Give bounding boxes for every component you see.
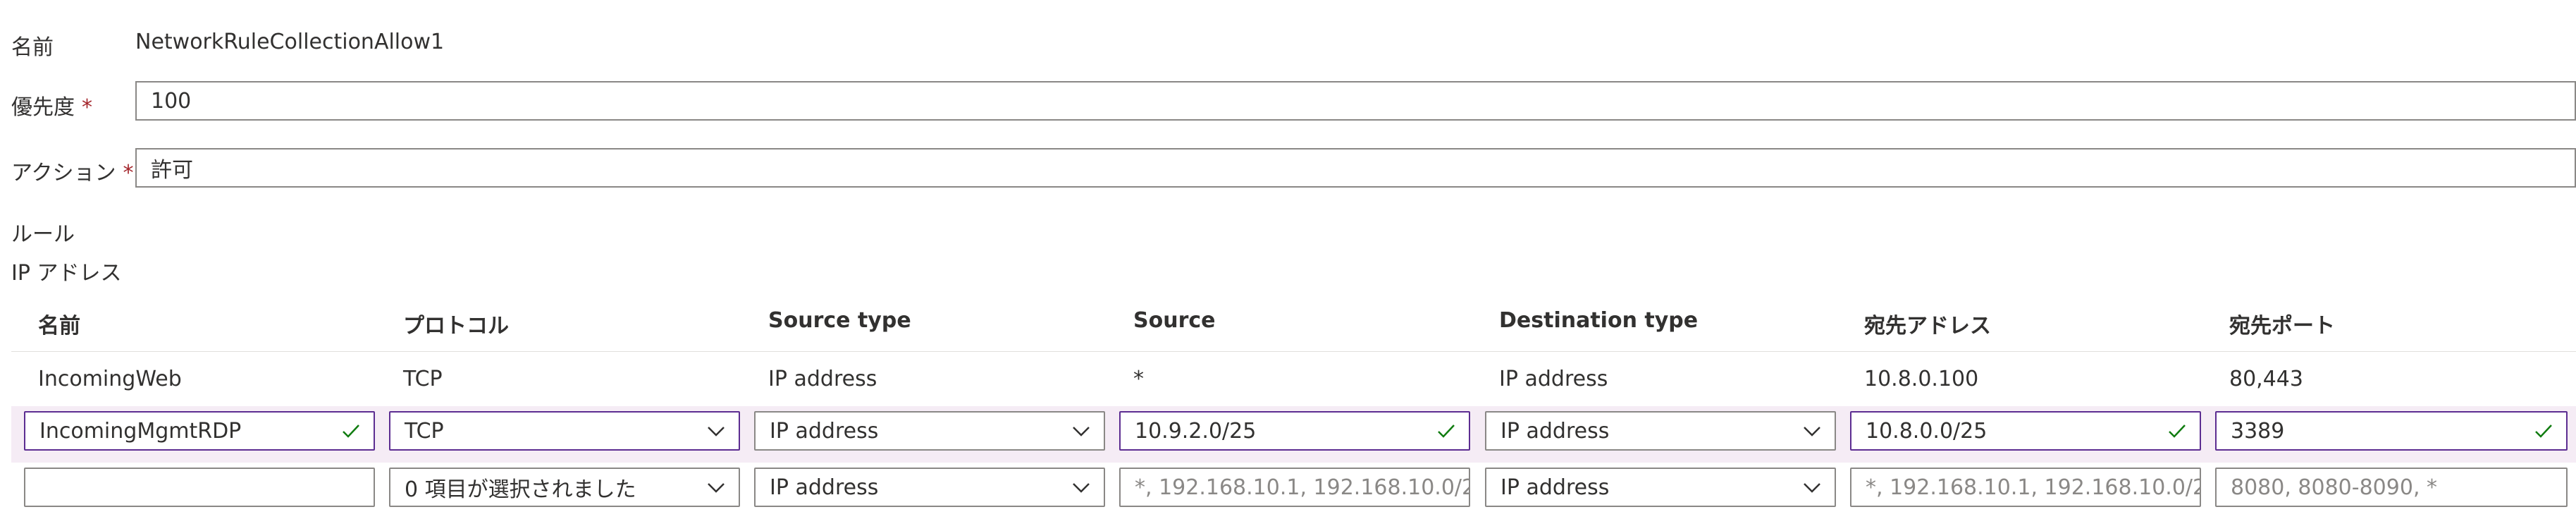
- row2-destination-address-input[interactable]: 10.8.0.0/25: [1850, 411, 2201, 451]
- row3-destination-port-input[interactable]: 8080, 8080-8090, *: [2215, 468, 2568, 507]
- row3-name-input[interactable]: [24, 468, 375, 507]
- row1-name: IncomingWeb: [38, 367, 182, 391]
- required-mark: *: [123, 161, 134, 185]
- row1-protocol: TCP: [403, 367, 443, 391]
- row3-destination-address-input[interactable]: *, 192.168.10.1, 192.168.10.0/24...: [1850, 468, 2201, 507]
- row2-source-input[interactable]: 10.9.2.0/25: [1119, 411, 1470, 451]
- chevron-down-icon: [1073, 427, 1090, 437]
- row1-destination-type: IP address: [1499, 367, 1608, 391]
- row3-destination-type-dropdown[interactable]: IP address: [1485, 468, 1836, 507]
- checkmark-icon: [2169, 425, 2186, 438]
- name-label: 名前: [11, 35, 54, 60]
- column-header-destination-type: Destination type: [1499, 308, 1699, 333]
- chevron-down-icon: [1804, 427, 1820, 437]
- row2-protocol-dropdown[interactable]: TCP: [389, 411, 740, 451]
- column-header-destination-address: 宛先アドレス: [1864, 314, 1991, 338]
- row1-source: *: [1133, 367, 1144, 391]
- action-input[interactable]: 許可: [135, 148, 2576, 188]
- chevron-down-icon: [708, 427, 725, 437]
- row3-protocol-dropdown[interactable]: 0 項目が選択されました: [389, 468, 740, 507]
- checkmark-icon: [2535, 425, 2552, 438]
- row2-name-input[interactable]: IncomingMgmtRDP: [24, 411, 375, 451]
- ip-address-subsection-label: IP アドレス: [11, 261, 122, 286]
- collection-name-value: NetworkRuleCollectionAllow1: [135, 30, 445, 54]
- checkmark-icon: [343, 425, 359, 438]
- column-header-protocol: プロトコル: [403, 314, 509, 338]
- required-mark: *: [82, 95, 92, 120]
- row1-source-type: IP address: [768, 367, 877, 391]
- column-header-name: 名前: [38, 314, 80, 338]
- row3-source-input[interactable]: *, 192.168.10.1, 192.168.10.0/24...: [1119, 468, 1470, 507]
- header-divider: [11, 351, 2576, 352]
- priority-input[interactable]: 100: [135, 81, 2576, 121]
- column-header-source: Source: [1133, 308, 1216, 333]
- chevron-down-icon: [1804, 483, 1820, 493]
- action-label: アクション *: [11, 161, 134, 185]
- row3-source-type-dropdown[interactable]: IP address: [754, 468, 1105, 507]
- row1-destination-port: 80,443: [2229, 367, 2303, 391]
- column-header-source-type: Source type: [768, 308, 911, 333]
- row2-destination-type-dropdown[interactable]: IP address: [1485, 411, 1836, 451]
- row2-source-type-dropdown[interactable]: IP address: [754, 411, 1105, 451]
- column-header-destination-port: 宛先ポート: [2229, 314, 2335, 338]
- priority-label: 優先度 *: [11, 95, 92, 120]
- row2-destination-port-input[interactable]: 3389: [2215, 411, 2568, 451]
- chevron-down-icon: [708, 483, 725, 493]
- row1-destination-address: 10.8.0.100: [1864, 367, 1979, 391]
- chevron-down-icon: [1073, 483, 1090, 493]
- rules-section-label: ルール: [11, 222, 75, 247]
- checkmark-icon: [1438, 425, 1455, 438]
